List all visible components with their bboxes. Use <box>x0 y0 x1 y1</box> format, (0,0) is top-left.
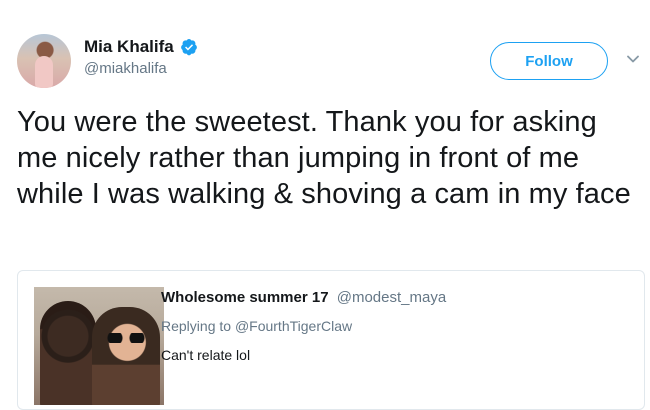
author-handle[interactable]: @miakhalifa <box>84 60 167 77</box>
quoted-author-handle[interactable]: @modest_maya <box>337 289 446 306</box>
replying-to-line: Replying to @FourthTigerClaw <box>161 318 352 334</box>
quoted-tweet-photo[interactable] <box>34 287 164 405</box>
quoted-author-row: Wholesome summer 17 @modest_maya <box>161 289 446 306</box>
quoted-tweet[interactable]: Wholesome summer 17 @modest_maya Replyin… <box>17 270 645 410</box>
replying-to-link[interactable]: @FourthTigerClaw <box>235 318 352 334</box>
quoted-author-name[interactable]: Wholesome summer 17 <box>161 289 329 306</box>
sunglasses-shape <box>107 333 145 343</box>
author-name[interactable]: Mia Khalifa <box>84 37 174 57</box>
chevron-down-icon[interactable] <box>626 52 640 66</box>
quoted-tweet-text: Can't relate lol <box>161 347 251 363</box>
tweet-text: You were the sweetest. Thank you for ask… <box>17 106 631 210</box>
photo-person-right <box>92 307 160 405</box>
verified-badge-icon <box>180 38 198 56</box>
tweet-card: Mia Khalifa @miakhalifa Follow You were … <box>0 0 650 410</box>
author-name-row: Mia Khalifa <box>84 36 198 58</box>
author-avatar[interactable] <box>17 34 71 88</box>
follow-button[interactable]: Follow <box>490 42 608 80</box>
replying-prefix: Replying to <box>161 318 232 334</box>
photo-person-left <box>40 301 96 405</box>
